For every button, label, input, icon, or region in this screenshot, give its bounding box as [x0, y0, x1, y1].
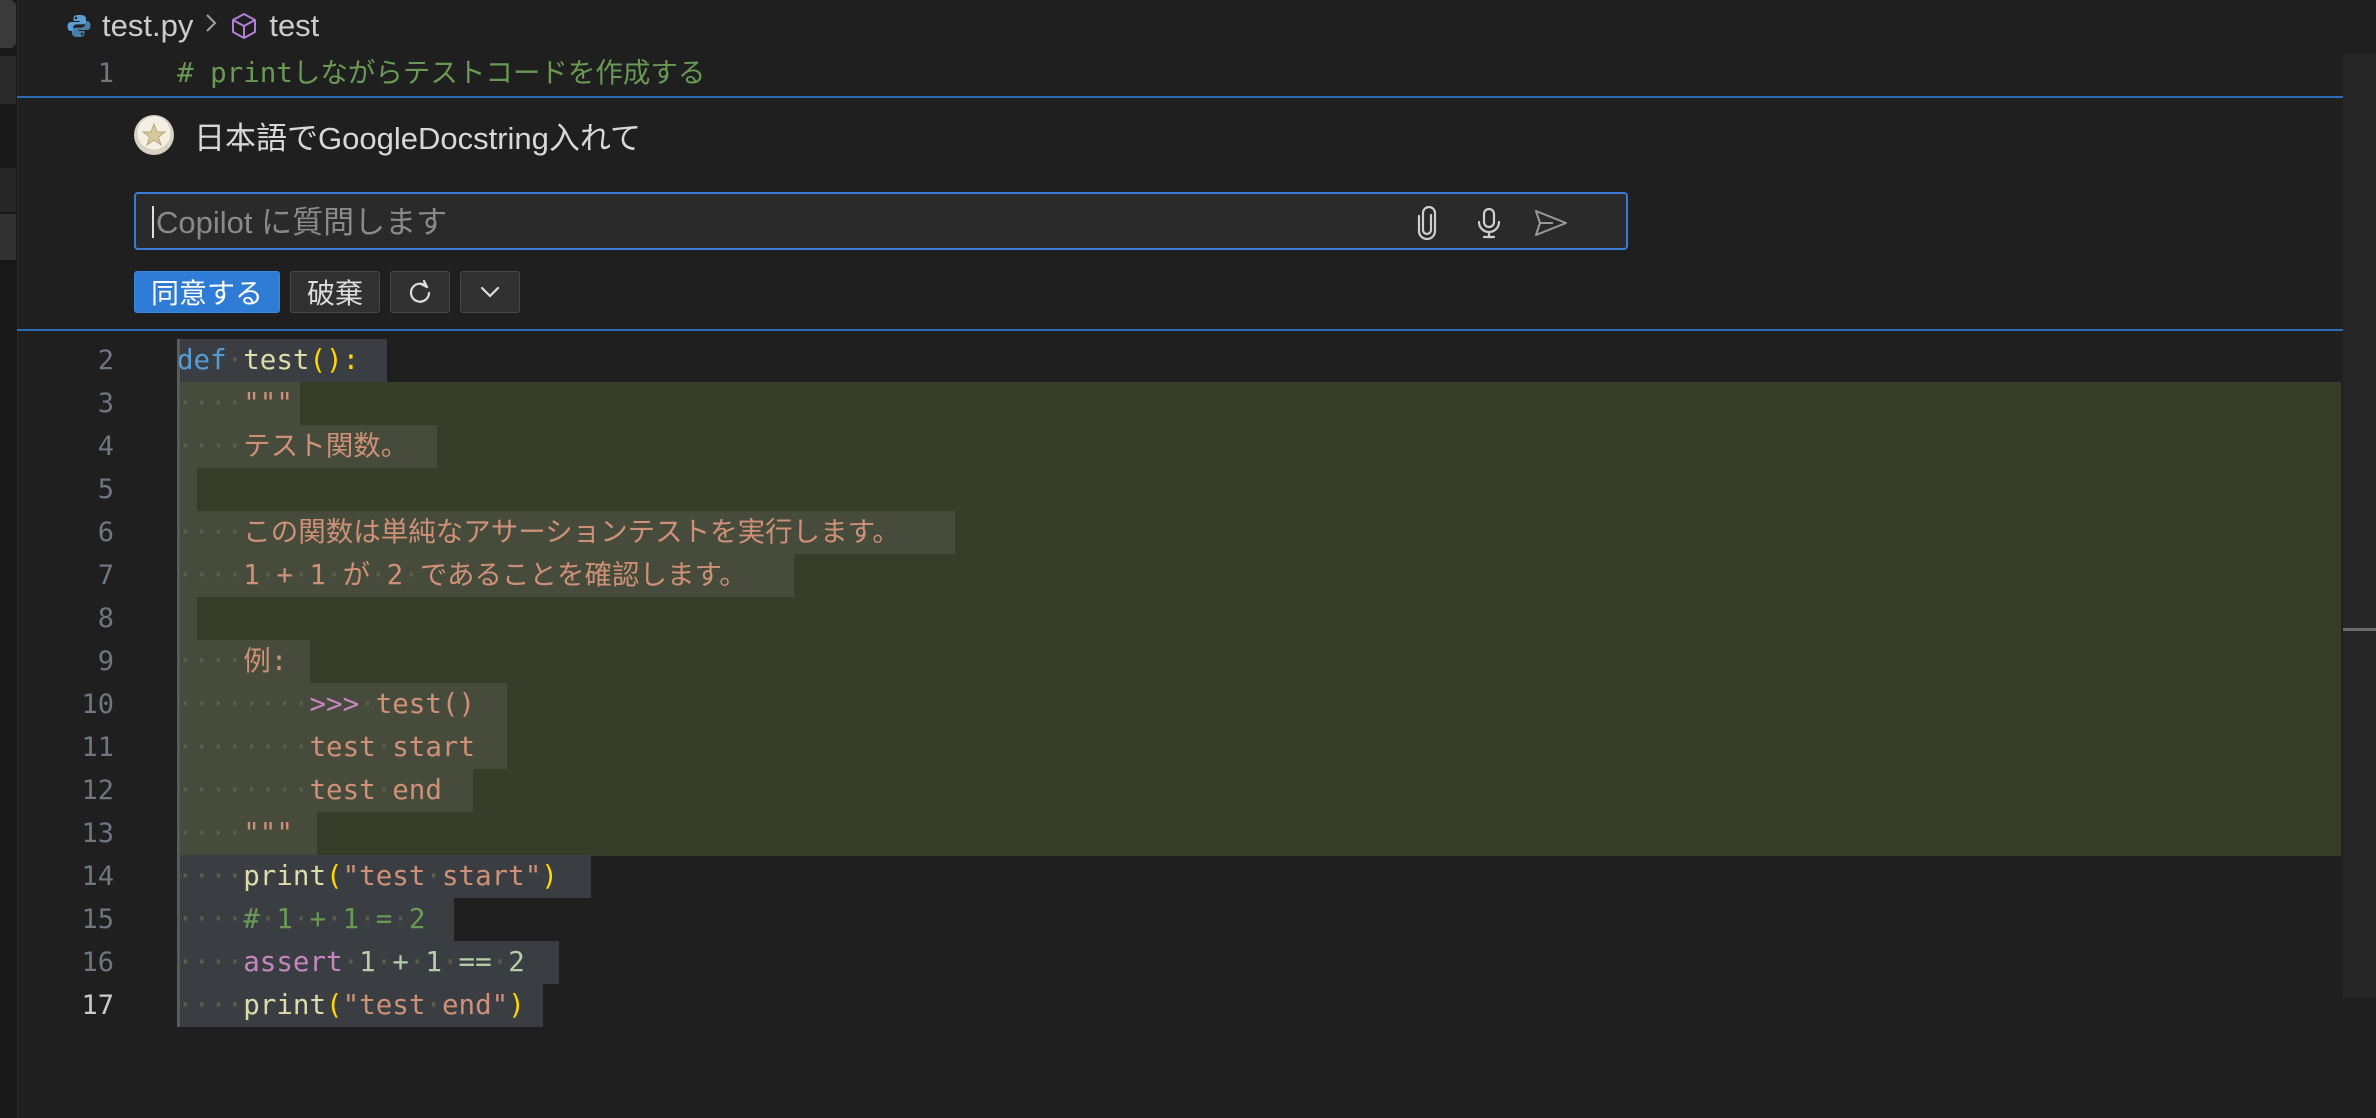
inline-chat-top-border: [17, 96, 2376, 98]
line-number: 2: [97, 345, 114, 376]
code-line-10[interactable]: ········>>>·test(): [177, 683, 475, 726]
docstring-quote-close: """: [243, 817, 293, 849]
doctest-prompt: >>>: [309, 688, 360, 720]
signature-rest: ():: [309, 344, 360, 376]
line-number: 16: [81, 947, 114, 978]
breadcrumb-symbol[interactable]: test: [269, 8, 319, 44]
docstring-desc-2: 1·+·1·が·2·であることを確認します。: [243, 559, 747, 591]
scrollbar-position-marker: [2343, 628, 2376, 631]
discard-button[interactable]: 破棄: [290, 271, 381, 313]
keyword-assert: assert: [243, 946, 343, 978]
breadcrumb-file[interactable]: test.py: [102, 8, 193, 44]
line-number: 8: [97, 603, 114, 634]
code-line-4[interactable]: ····テスト関数。: [177, 425, 408, 468]
line-number: 11: [81, 732, 114, 763]
send-icon[interactable]: [1532, 204, 1570, 242]
code-line-1[interactable]: # printしながらテストコードを作成する: [177, 52, 705, 95]
code-line-13[interactable]: ····""": [177, 812, 293, 855]
chat-request: 日本語でGoogleDocstring入れて: [134, 110, 641, 160]
docstring-quote-open: """: [243, 387, 293, 419]
code-line-15[interactable]: ····#·1·+·1·=·2: [177, 898, 425, 941]
keyword-def: def: [177, 344, 227, 376]
line-number: 5: [97, 474, 114, 505]
copilot-chat-input[interactable]: [154, 200, 1408, 246]
print-call: print: [243, 860, 327, 892]
panel-marker: [0, 214, 16, 260]
paperclip-icon[interactable]: [1408, 204, 1446, 242]
docstring-example-heading: 例:: [243, 645, 288, 677]
line-number: 15: [81, 904, 114, 935]
docstring-desc-1: この関数は単純なアサーションテストを実行します。: [243, 516, 900, 548]
line-number: 3: [97, 388, 114, 419]
refresh-icon[interactable]: [390, 271, 451, 313]
code-line-12[interactable]: ········test·end: [177, 769, 442, 812]
doctest-call: test(): [375, 688, 476, 720]
code-line-6[interactable]: ····この関数は単純なアサーションテストを実行します。: [177, 511, 900, 554]
code-line-2[interactable]: def·test():: [177, 339, 359, 382]
line-number-active: 17: [81, 990, 114, 1021]
line-number: 1: [97, 58, 114, 89]
selection-highlight: [177, 597, 197, 640]
panel-marker: [0, 168, 16, 212]
code-line-7[interactable]: ····1·+·1·が·2·であることを確認します。: [177, 554, 747, 597]
added-lines-highlight: [177, 382, 2341, 856]
copilot-input-box[interactable]: [134, 192, 1628, 250]
code-line-17[interactable]: ····print("test·end"): [177, 984, 525, 1027]
assert-expression: 1·+·1·==·2: [359, 946, 525, 978]
doctest-output-1: test·start: [309, 731, 476, 763]
line-number: 4: [97, 431, 114, 462]
chevron-right-icon: [203, 10, 219, 42]
code-line-16[interactable]: ····assert·1·+·1·==·2: [177, 941, 525, 984]
line-number: 6: [97, 517, 114, 548]
print-call: print: [243, 989, 327, 1021]
panel-tab-edge[interactable]: [0, 0, 16, 48]
function-name: test: [243, 344, 310, 376]
line-number: 14: [81, 861, 114, 892]
inline-chat-bottom-border: [17, 329, 2376, 331]
print-arg: "test·end": [342, 989, 509, 1021]
inline-chat-actions: 同意する 破棄: [134, 271, 521, 315]
print-arg: "test·start": [342, 860, 542, 892]
avatar: [134, 115, 174, 155]
code-line-9[interactable]: ····例:: [177, 640, 287, 683]
python-icon: [66, 13, 92, 39]
code-line-14[interactable]: ····print("test·start"): [177, 855, 558, 898]
doctest-output-2: test·end: [309, 774, 442, 806]
line-number: 9: [97, 646, 114, 677]
selection-highlight: [177, 468, 197, 511]
comment: #·1·+·1·=·2: [243, 903, 426, 935]
code-line-3[interactable]: ····""": [177, 382, 293, 425]
vertical-scrollbar[interactable]: [2343, 54, 2376, 998]
chat-prompt-text: 日本語でGoogleDocstring入れて: [194, 120, 641, 156]
breadcrumb: test.py test: [66, 4, 319, 48]
docstring-summary: テスト関数。: [243, 430, 409, 462]
cube-icon: [229, 11, 259, 41]
microphone-icon[interactable]: [1470, 204, 1508, 242]
chevron-down-icon[interactable]: [460, 271, 521, 313]
code-line-11[interactable]: ········test·start: [177, 726, 475, 769]
accept-button[interactable]: 同意する: [134, 271, 281, 313]
line-number: 12: [81, 775, 114, 806]
line-number: 7: [97, 560, 114, 591]
line-number: 10: [81, 689, 114, 720]
line-number: 13: [81, 818, 114, 849]
